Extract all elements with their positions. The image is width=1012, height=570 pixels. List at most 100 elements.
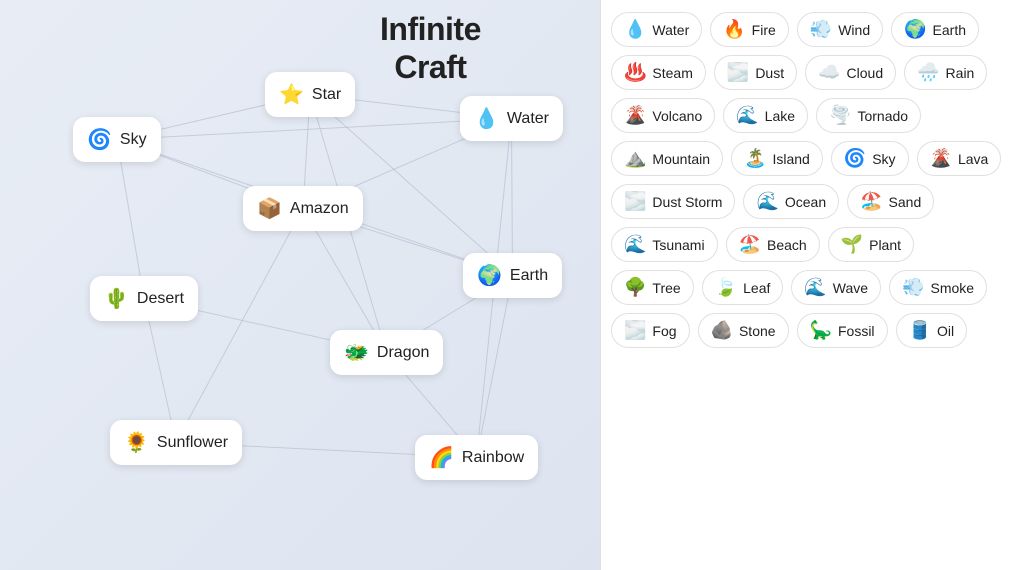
card-star[interactable]: ⭐ Star <box>265 72 355 117</box>
chip-steam[interactable]: ♨️Steam <box>611 55 706 90</box>
chip-lake[interactable]: 🌊Lake <box>723 98 808 133</box>
stone-chip-label: Stone <box>739 323 776 339</box>
volcano-chip-label: Volcano <box>652 108 702 124</box>
smoke-chip-icon: 💨 <box>902 277 924 298</box>
ocean-chip-icon: 🌊 <box>756 191 778 212</box>
water-chip-label: Water <box>652 22 689 38</box>
earth-chip-label: Earth <box>933 22 966 38</box>
card-amazon[interactable]: 📦Amazon <box>243 186 363 231</box>
chip-plant[interactable]: 🌱Plant <box>828 227 914 262</box>
dragon-icon: 🐲 <box>344 340 369 365</box>
card-rainbow[interactable]: 🌈Rainbow <box>415 435 538 480</box>
star-icon: ⭐ <box>279 82 304 107</box>
dust-storm-chip-label: Dust Storm <box>652 194 722 210</box>
dust-chip-icon: 🌫️ <box>727 62 749 83</box>
chip-wave[interactable]: 🌊 Wave <box>791 270 881 305</box>
chip-sky[interactable]: 🌀Sky <box>831 141 909 176</box>
earth-icon: 🌍 <box>477 263 502 288</box>
chip-dust-storm[interactable]: 🌫️ Dust Storm <box>611 184 735 219</box>
chip-sand[interactable]: 🏖️ Sand <box>847 184 934 219</box>
wave-chip-label: Wave <box>833 280 868 296</box>
wind-chip-label: Wind <box>838 22 870 38</box>
fog-chip-icon: 🌫️ <box>624 320 646 341</box>
water-icon: 💧 <box>474 106 499 131</box>
cloud-chip-icon: ☁️ <box>818 62 840 83</box>
chip-earth[interactable]: 🌍 Earth <box>891 12 979 47</box>
chip-volcano[interactable]: 🌋 Volcano <box>611 98 715 133</box>
oil-chip-icon: 🛢️ <box>909 320 931 341</box>
chip-tsunami[interactable]: 🌊Tsunami <box>611 227 718 262</box>
rainbow-icon: 🌈 <box>429 445 454 470</box>
chip-stone[interactable]: 🪨Stone <box>698 313 789 348</box>
card-desert[interactable]: 🌵 Desert <box>90 276 198 321</box>
chip-tree[interactable]: 🌳 Tree <box>611 270 694 305</box>
plant-chip-label: Plant <box>869 237 901 253</box>
title-line1: Infinite <box>380 10 481 48</box>
card-dragon[interactable]: 🐲 Dragon <box>330 330 443 375</box>
wave-chip-icon: 🌊 <box>804 277 826 298</box>
elements-grid: 💧Water 🔥 Fire 💨 Wind 🌍 Earth ♨️Steam 🌫️ Dust ☁️ Clo… <box>611 12 1002 348</box>
lake-chip-icon: 🌊 <box>736 105 758 126</box>
card-water[interactable]: 💧 Water <box>460 96 563 141</box>
app-title: Infinite Craft <box>380 10 481 87</box>
title-line2: Craft <box>380 48 481 86</box>
chip-water[interactable]: 💧Water <box>611 12 702 47</box>
fossil-chip-icon: 🦕 <box>810 320 832 341</box>
tree-chip-icon: 🌳 <box>624 277 646 298</box>
mountain-chip-label: Mountain <box>652 151 710 167</box>
leaf-chip-label: Leaf <box>743 280 770 296</box>
elements-panel[interactable]: 💧Water 🔥 Fire 💨 Wind 🌍 Earth ♨️Steam 🌫️ Dust ☁️ Clo… <box>600 0 1012 570</box>
cloud-chip-label: Cloud <box>847 65 884 81</box>
beach-chip-label: Beach <box>767 237 807 253</box>
oil-chip-label: Oil <box>937 323 954 339</box>
smoke-chip-label: Smoke <box>931 280 975 296</box>
dust-storm-chip-icon: 🌫️ <box>624 191 646 212</box>
fire-chip-icon: 🔥 <box>723 19 745 40</box>
tree-chip-label: Tree <box>652 280 680 296</box>
chip-fossil[interactable]: 🦕 Fossil <box>797 313 888 348</box>
dragon-label: Dragon <box>377 344 429 362</box>
chip-wind[interactable]: 💨 Wind <box>797 12 883 47</box>
chip-fire[interactable]: 🔥 Fire <box>710 12 789 47</box>
sky-chip-icon: 🌀 <box>844 148 866 169</box>
steam-chip-icon: ♨️ <box>624 62 646 83</box>
chip-ocean[interactable]: 🌊Ocean <box>743 184 839 219</box>
tsunami-chip-icon: 🌊 <box>624 234 646 255</box>
chip-smoke[interactable]: 💨 Smoke <box>889 270 987 305</box>
volcano-chip-icon: 🌋 <box>624 105 646 126</box>
sand-chip-icon: 🏖️ <box>860 191 882 212</box>
chip-mountain[interactable]: ⛰️Mountain <box>611 141 723 176</box>
desert-icon: 🌵 <box>104 286 129 311</box>
chip-dust[interactable]: 🌫️ Dust <box>714 55 797 90</box>
fire-chip-label: Fire <box>752 22 776 38</box>
earth-label: Earth <box>510 267 548 285</box>
chip-rain[interactable]: 🌧️Rain <box>904 55 987 90</box>
wind-chip-icon: 💨 <box>810 19 832 40</box>
rain-chip-icon: 🌧️ <box>917 62 939 83</box>
fossil-chip-label: Fossil <box>838 323 875 339</box>
chip-leaf[interactable]: 🍃Leaf <box>702 270 784 305</box>
chip-oil[interactable]: 🛢️ Oil <box>896 313 968 348</box>
chip-tornado[interactable]: 🌪️Tornado <box>816 98 921 133</box>
sand-chip-label: Sand <box>889 194 922 210</box>
chip-fog[interactable]: 🌫️Fog <box>611 313 690 348</box>
sunflower-label: Sunflower <box>157 434 228 452</box>
dust-chip-label: Dust <box>755 65 784 81</box>
card-sunflower[interactable]: 🌻 Sunflower <box>110 420 242 465</box>
sunflower-icon: 🌻 <box>124 430 149 455</box>
chip-cloud[interactable]: ☁️ Cloud <box>805 55 896 90</box>
card-earth[interactable]: 🌍 Earth <box>463 253 562 298</box>
water-label: Water <box>507 110 549 128</box>
lava-chip-label: Lava <box>958 151 988 167</box>
tornado-chip-icon: 🌪️ <box>829 105 851 126</box>
sky-icon: 🌀 <box>87 127 112 152</box>
chip-island[interactable]: 🏝️Island <box>731 141 823 176</box>
card-sky[interactable]: 🌀Sky <box>73 117 161 162</box>
earth-chip-icon: 🌍 <box>904 19 926 40</box>
chip-lava[interactable]: 🌋 Lava <box>917 141 1002 176</box>
desert-label: Desert <box>137 290 184 308</box>
lava-chip-icon: 🌋 <box>930 148 952 169</box>
craft-canvas[interactable]: Infinite Craft 🌀Sky ⭐ Star 💧 Water 📦Amazon 🌍 Ea… <box>0 0 600 570</box>
chip-beach[interactable]: 🏖️Beach <box>726 227 820 262</box>
star-label: Star <box>312 86 341 104</box>
